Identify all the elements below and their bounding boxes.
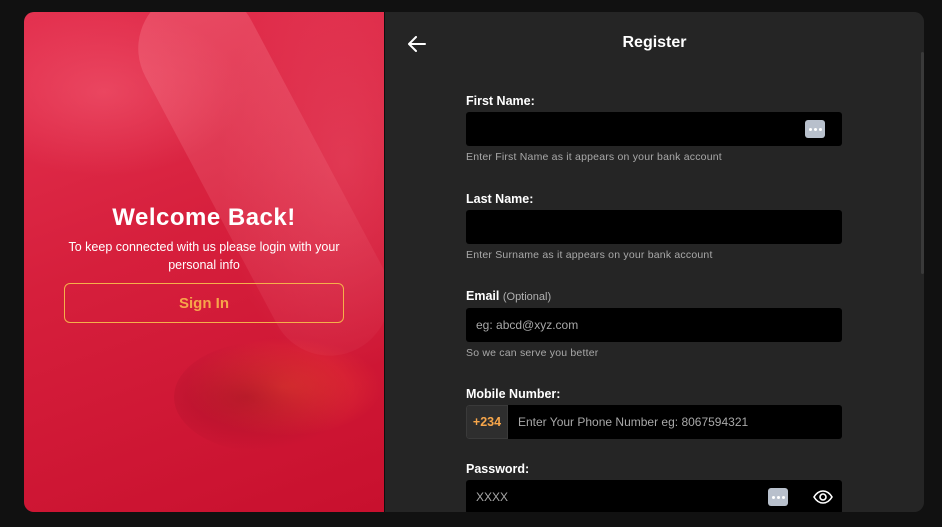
register-panel: Register First Name: Enter First Name as… xyxy=(385,12,924,512)
password-label: Password: xyxy=(466,462,530,476)
mobile-input[interactable] xyxy=(508,405,842,439)
email-input[interactable] xyxy=(466,308,842,342)
register-title: Register xyxy=(622,34,687,51)
scrollbar[interactable] xyxy=(921,52,924,274)
first-name-label: First Name: xyxy=(466,94,535,108)
email-label: Email (Optional) xyxy=(466,289,551,303)
first-name-hint: Enter First Name as it appears on your b… xyxy=(466,151,722,163)
last-name-input[interactable] xyxy=(466,210,842,244)
password-manager-icon[interactable] xyxy=(805,120,825,138)
email-label-text: Email xyxy=(466,289,500,303)
email-hint: So we can serve you better xyxy=(466,347,599,359)
mobile-label: Mobile Number: xyxy=(466,387,561,401)
welcome-title: Welcome Back! xyxy=(112,204,296,231)
mobile-field: +234 xyxy=(466,405,842,439)
welcome-text: To keep connected with us please login w… xyxy=(68,240,340,272)
country-code: +234 xyxy=(466,405,508,439)
last-name-label: Last Name: xyxy=(466,192,534,206)
background-image-shadow xyxy=(174,342,354,452)
sign-in-button[interactable]: Sign In xyxy=(64,283,344,323)
register-modal: Welcome Back! To keep connected with us … xyxy=(24,12,924,512)
first-name-input[interactable] xyxy=(466,112,842,146)
email-optional-tag: (Optional) xyxy=(502,291,552,303)
password-manager-icon[interactable] xyxy=(768,488,788,506)
eye-icon[interactable] xyxy=(813,490,833,504)
last-name-hint: Enter Surname as it appears on your bank… xyxy=(466,249,713,261)
welcome-panel: Welcome Back! To keep connected with us … xyxy=(24,12,411,512)
